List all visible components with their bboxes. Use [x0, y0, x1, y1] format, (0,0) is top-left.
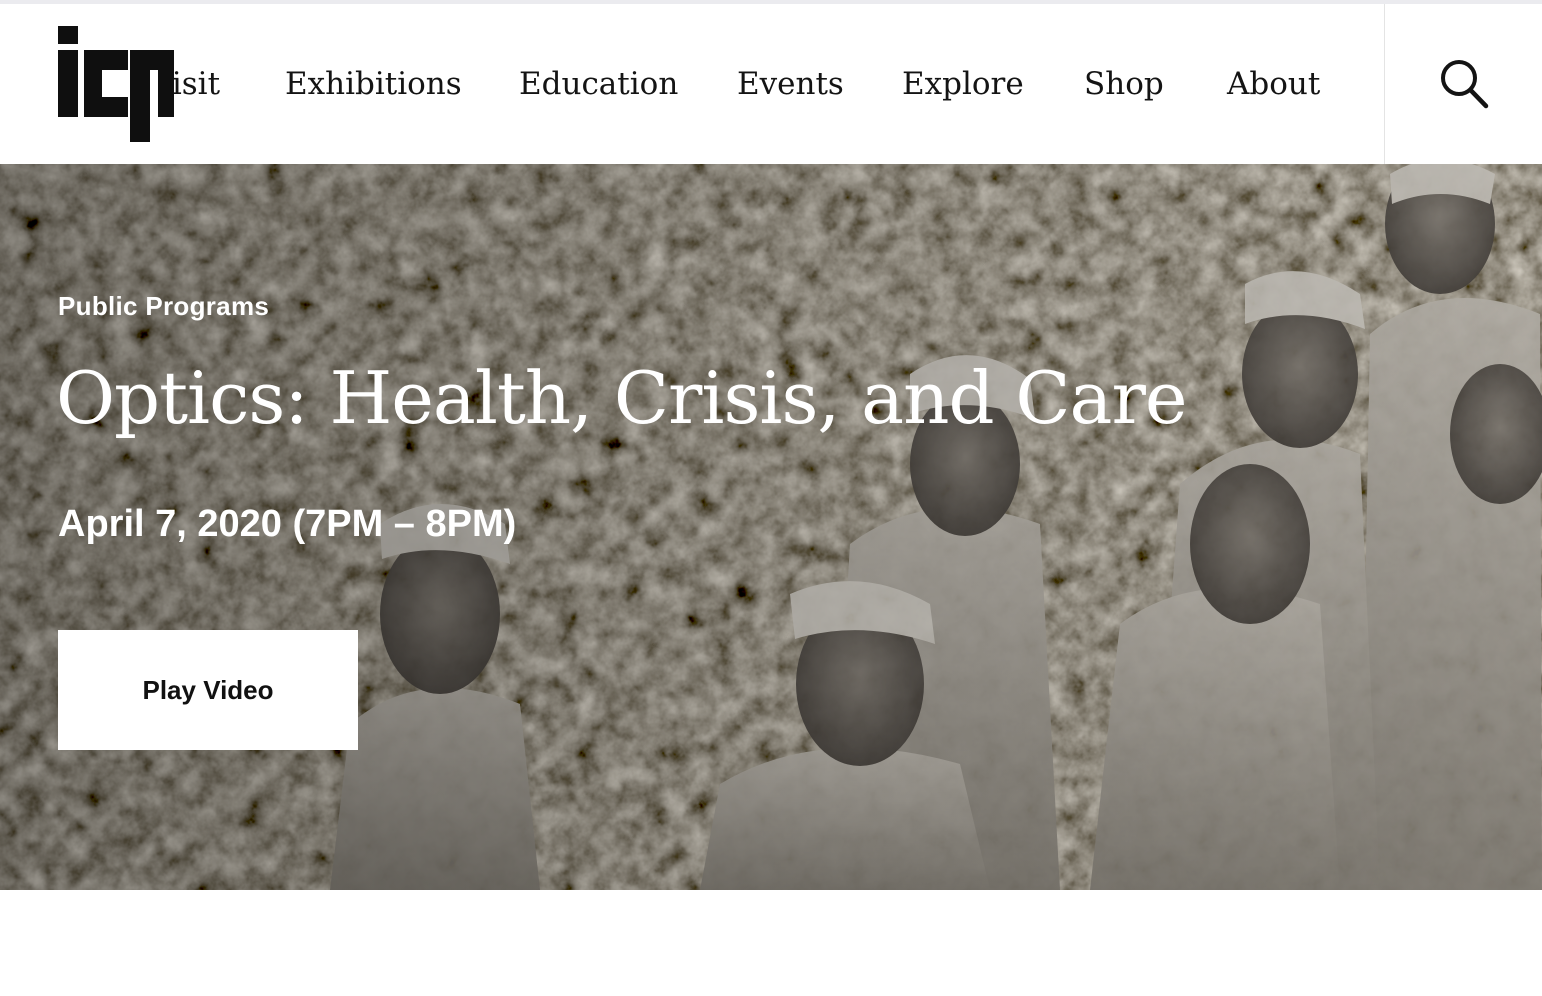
nav-item-education[interactable]: Education — [519, 60, 678, 108]
nav-item-explore[interactable]: Explore — [902, 60, 1024, 108]
search-button[interactable] — [1385, 4, 1542, 164]
play-video-button[interactable]: Play Video — [58, 630, 358, 750]
search-icon — [1441, 60, 1489, 109]
nav-item-shop[interactable]: Shop — [1084, 60, 1164, 108]
hero-banner: Public Programs Optics: Health, Crisis, … — [0, 164, 1542, 890]
nav-item-events[interactable]: Events — [737, 60, 844, 108]
site-header: Visit Exhibitions Education Events Explo… — [0, 4, 1542, 164]
icp-logo[interactable] — [58, 26, 178, 146]
icp-logo-mark — [58, 26, 174, 142]
page-title: Optics: Health, Crisis, and Care — [56, 356, 1187, 440]
event-category: Public Programs — [58, 291, 270, 321]
event-date: April 7, 2020 (7PM – 8PM) — [58, 503, 517, 545]
nav-item-exhibitions[interactable]: Exhibitions — [285, 60, 462, 108]
nav-item-about[interactable]: About — [1227, 60, 1320, 108]
